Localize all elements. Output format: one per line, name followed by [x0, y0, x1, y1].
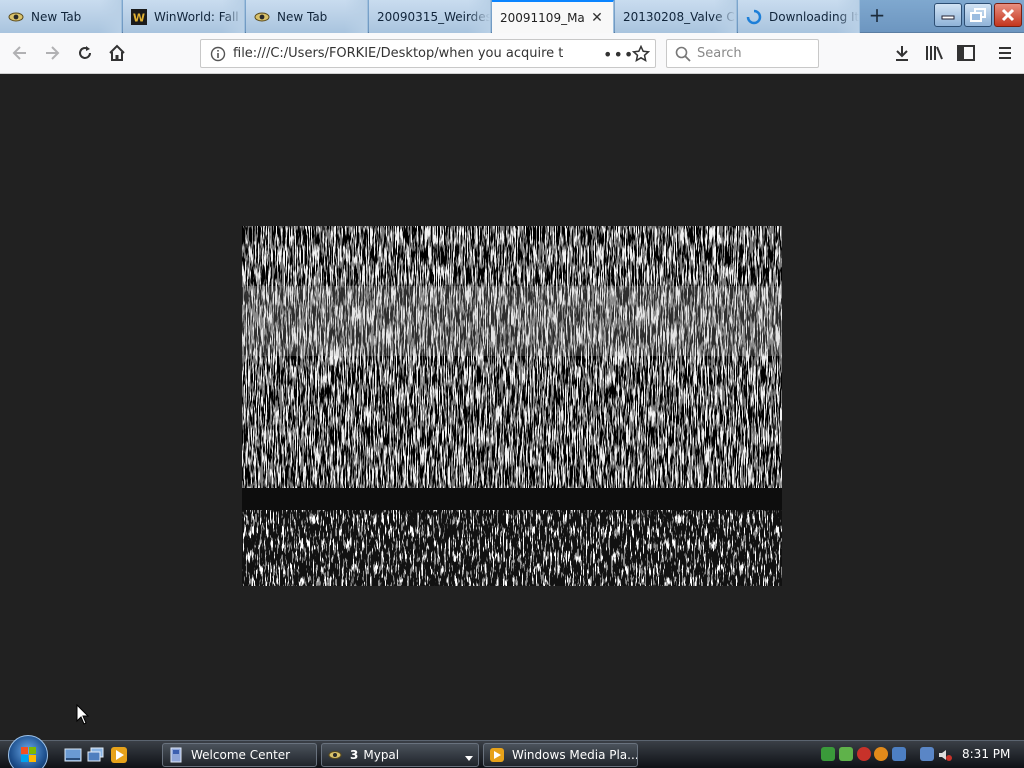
eye-icon	[254, 9, 270, 25]
windows-taskbar: Welcome Center 3 Mypal Windows Media Pla…	[0, 735, 1024, 768]
tab-20091109-active[interactable]: 20091109_Mario ✕	[492, 0, 614, 33]
display-icon[interactable]	[892, 747, 906, 761]
welcome-center-icon	[170, 747, 182, 763]
taskbar-item-label: Mypal	[363, 748, 400, 762]
reload-icon	[79, 46, 91, 59]
windows-logo-icon	[21, 747, 36, 762]
tab-downloading[interactable]: Downloading It	[738, 0, 860, 33]
reload-button[interactable]	[73, 41, 97, 65]
screen: New Tab W WinWorld: Fall New Tab 2009031…	[0, 0, 1024, 768]
tab-label: New Tab	[31, 9, 82, 24]
hamburger-menu-icon	[999, 47, 1011, 59]
close-tab-icon[interactable]: ✕	[590, 11, 604, 25]
site-info-icon[interactable]	[210, 46, 226, 66]
media-player-icon	[490, 748, 504, 762]
tab-strip: New Tab W WinWorld: Fall New Tab 2009031…	[0, 0, 1024, 33]
taskbar-item-mypal[interactable]: 3 Mypal	[321, 743, 479, 767]
switch-windows-icon[interactable]	[87, 746, 105, 764]
restore-icon	[970, 8, 986, 22]
sidebar-button[interactable]	[954, 41, 978, 65]
close-icon	[1001, 8, 1015, 22]
tab-new-tab-2[interactable]: New Tab	[246, 0, 368, 33]
tab-label: 20091109_Mario	[500, 10, 584, 25]
bookmark-star-icon[interactable]	[631, 44, 651, 67]
download-icon	[896, 46, 908, 61]
taskbar-group-count: 3	[350, 748, 359, 762]
video-frame-static[interactable]	[242, 226, 782, 586]
forward-button[interactable]	[40, 41, 64, 65]
address-bar[interactable]: file:///C:/Users/FORKIE/Desktop/when you…	[200, 39, 656, 68]
taskbar-item-label: Welcome Center	[191, 748, 291, 762]
home-button[interactable]	[105, 41, 129, 65]
close-window-button[interactable]	[994, 3, 1022, 27]
taskbar-item-welcome-center[interactable]: Welcome Center	[162, 743, 317, 767]
menu-button[interactable]	[993, 41, 1017, 65]
tv-static-image	[242, 226, 782, 586]
back-arrow-icon	[12, 46, 26, 60]
tab-winworld[interactable]: W WinWorld: Fall	[123, 0, 245, 33]
eye-icon	[8, 9, 24, 25]
back-button[interactable]	[8, 41, 32, 65]
security-alert-icon[interactable]	[857, 747, 871, 761]
eye-icon	[328, 751, 342, 759]
loading-icon	[746, 9, 762, 25]
tab-label: New Tab	[277, 9, 328, 24]
library-icon	[926, 46, 943, 60]
media-player-quicklaunch-icon[interactable]	[110, 746, 128, 764]
tab-new-tab-1[interactable]: New Tab	[0, 0, 122, 33]
library-button[interactable]	[922, 41, 946, 65]
home-icon	[109, 44, 125, 61]
sidebar-icon	[957, 45, 975, 61]
show-desktop-icon[interactable]	[64, 746, 82, 764]
downloads-button[interactable]	[890, 41, 914, 65]
network-computers-icon[interactable]	[920, 747, 934, 761]
svg-text:W: W	[133, 11, 145, 24]
update-icon[interactable]	[874, 747, 888, 761]
forward-arrow-icon	[46, 46, 60, 60]
tab-20130208[interactable]: 20130208_Valve Co	[615, 0, 737, 33]
new-tab-button[interactable]: +	[864, 4, 890, 28]
mouse-cursor-icon	[76, 703, 90, 726]
taskbar-item-windows-media-player[interactable]: Windows Media Pla...	[483, 743, 638, 767]
url-text[interactable]: file:///C:/Users/FORKIE/Desktop/when you…	[233, 46, 563, 61]
restore-button[interactable]	[964, 3, 992, 27]
minimize-icon	[941, 15, 955, 20]
page-content	[0, 74, 1024, 740]
chevron-down-icon[interactable]	[465, 751, 473, 765]
network-status-icon[interactable]	[821, 747, 835, 761]
search-icon	[675, 46, 691, 66]
system-clock[interactable]: 8:31 PM	[962, 747, 1010, 761]
search-placeholder: Search	[697, 46, 742, 61]
navigation-toolbar: file:///C:/Users/FORKIE/Desktop/when you…	[0, 33, 1024, 74]
page-actions-icon[interactable]: •••	[603, 45, 634, 64]
search-box[interactable]: Search	[666, 39, 819, 68]
winworld-icon: W	[131, 8, 147, 25]
taskbar-item-label: Windows Media Pla...	[512, 748, 638, 762]
security-check-icon[interactable]	[839, 747, 853, 761]
volume-muted-icon[interactable]	[938, 747, 952, 761]
tab-20090315[interactable]: 20090315_Weirdest	[369, 0, 491, 33]
start-button[interactable]	[8, 735, 48, 768]
minimize-button[interactable]	[934, 3, 962, 27]
